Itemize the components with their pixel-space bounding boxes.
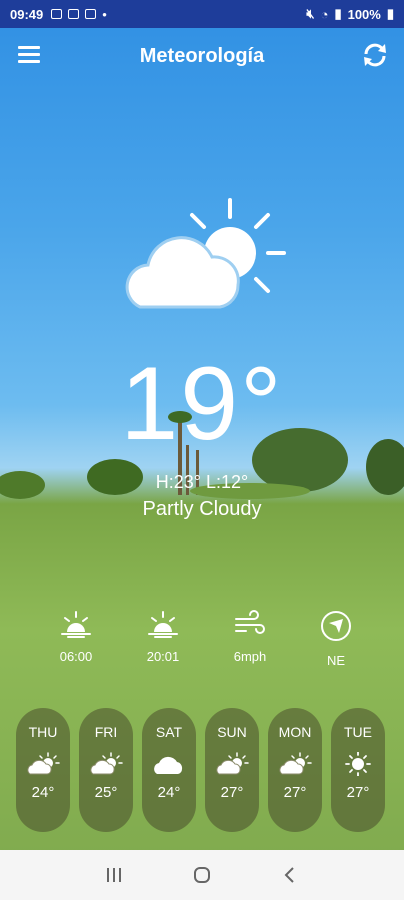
sunset-icon bbox=[148, 611, 178, 638]
partly-cloudy-icon bbox=[216, 752, 249, 775]
status-time: 09:49 bbox=[10, 6, 44, 22]
wind-detail: 6mph bbox=[210, 610, 290, 664]
partly-cloudy-icon bbox=[125, 198, 286, 309]
refresh-icon[interactable] bbox=[360, 40, 390, 70]
sunrise-time: 06:00 bbox=[59, 649, 93, 664]
cloud-status-icon bbox=[85, 9, 97, 19]
dot-icon: • bbox=[102, 6, 107, 22]
forecast-temp: 27° bbox=[283, 784, 307, 801]
sunset-time: 20:01 bbox=[146, 649, 180, 664]
app-bar: Meteorología bbox=[0, 28, 404, 84]
system-navigation-bar bbox=[0, 850, 404, 900]
forecast-day[interactable]: THU 24° bbox=[16, 708, 70, 832]
home-icon bbox=[194, 867, 210, 883]
menu-icon[interactable] bbox=[18, 46, 40, 64]
mute-icon: 🔇︎ bbox=[306, 6, 315, 21]
partly-cloudy-icon bbox=[279, 752, 312, 775]
forecast-day-name: TUE bbox=[344, 724, 372, 740]
forecast-day-name: MON bbox=[278, 724, 312, 740]
compass-icon bbox=[321, 611, 351, 641]
forecast-day-name: SUN bbox=[217, 724, 247, 740]
notification-icons: • bbox=[51, 7, 107, 22]
app-title: Meteorología bbox=[139, 44, 265, 67]
back-icon bbox=[284, 867, 294, 883]
forecast-day[interactable]: MON 27° bbox=[268, 708, 322, 832]
sun-icon bbox=[345, 752, 371, 776]
sunset-detail: 20:01 bbox=[123, 610, 203, 664]
wind-speed: 6mph bbox=[233, 649, 267, 664]
high-low-temperature: H:23° L:12° bbox=[155, 472, 249, 492]
cloud-icon bbox=[154, 756, 183, 774]
forecast-temp: 25° bbox=[94, 784, 118, 801]
forecast-day[interactable]: SAT 24° bbox=[142, 708, 196, 832]
battery-icon: ▮ bbox=[386, 6, 394, 21]
sunrise-detail: 06:00 bbox=[36, 610, 116, 664]
current-temperature: 19° bbox=[120, 346, 284, 462]
current-condition: Partly Cloudy bbox=[142, 498, 262, 520]
signal-icon: ▮ bbox=[334, 6, 342, 21]
forecast-temp: 24° bbox=[157, 784, 181, 801]
forecast-temp: 27° bbox=[346, 784, 370, 801]
forecast-day-name: SAT bbox=[155, 724, 183, 740]
forecast-day-name: THU bbox=[28, 724, 58, 740]
app-icon bbox=[68, 9, 80, 19]
wind-direction: NE bbox=[326, 653, 346, 668]
wind-direction-detail: NE bbox=[296, 610, 376, 668]
forecast-day-name: FRI bbox=[94, 724, 118, 740]
forecast-row: THU 24° FRI 25° SAT 24° SUN 27° MON 27° … bbox=[16, 708, 388, 832]
forecast-day[interactable]: FRI 25° bbox=[79, 708, 133, 832]
recent-apps-icon bbox=[107, 868, 121, 882]
partly-cloudy-icon bbox=[27, 752, 60, 775]
recent-apps-button[interactable] bbox=[99, 860, 129, 890]
forecast-temp: 24° bbox=[31, 784, 55, 801]
partly-cloudy-icon bbox=[90, 752, 123, 775]
home-button[interactable] bbox=[187, 860, 217, 890]
battery-level: 100% bbox=[347, 6, 381, 22]
back-button[interactable] bbox=[275, 860, 305, 890]
forecast-day[interactable]: SUN 27° bbox=[205, 708, 259, 832]
wind-icon bbox=[235, 610, 265, 634]
forecast-day[interactable]: TUE 27° bbox=[331, 708, 385, 832]
forecast-temp: 27° bbox=[220, 784, 244, 801]
gallery-icon bbox=[51, 9, 63, 19]
weather-details: 06:00 20:01 6mph NE bbox=[0, 610, 404, 670]
wifi-icon: ◔ bbox=[320, 6, 329, 22]
status-bar: 09:49 • 🔇︎ ◔ ▮ 100% ▮ bbox=[0, 0, 404, 28]
sunrise-icon bbox=[61, 611, 91, 638]
